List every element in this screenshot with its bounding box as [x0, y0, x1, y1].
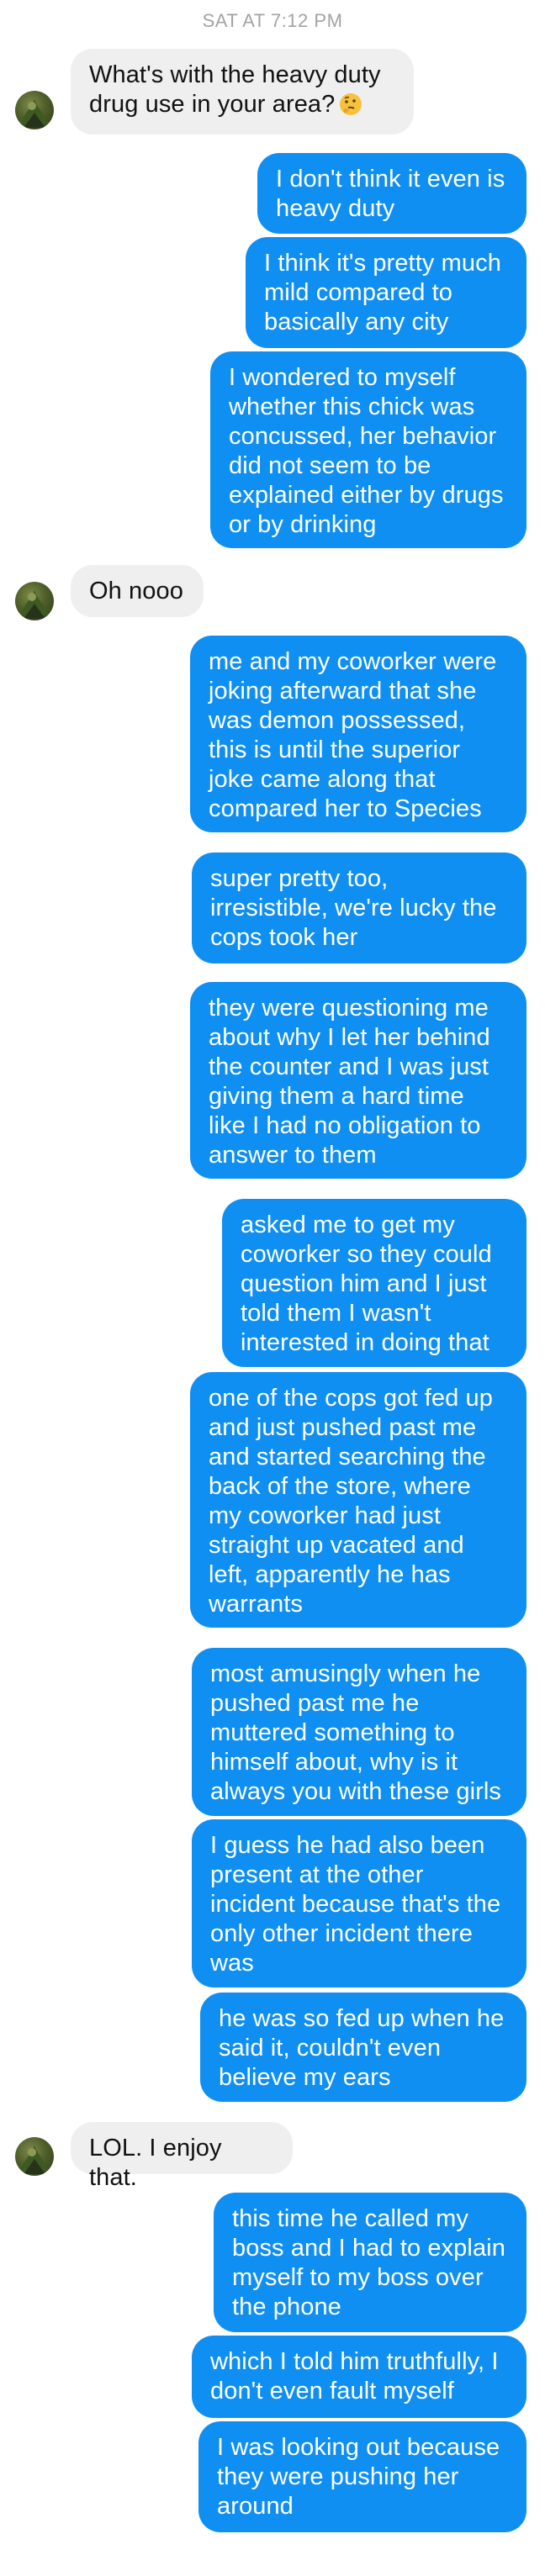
message-text: I don't think it even is heavy duty — [276, 166, 505, 222]
message-bubble-outgoing[interactable]: they were questioning me about why I let… — [190, 982, 526, 1179]
message-bubble-outgoing[interactable]: one of the cops got fed up and just push… — [190, 1372, 526, 1628]
message-text: LOL. I enjoy that. — [89, 2135, 222, 2191]
message-text: he was so fed up when he said it, couldn… — [219, 2005, 505, 2091]
message-bubble-outgoing[interactable]: I was looking out because they were push… — [198, 2421, 526, 2532]
message-text: What's with the heavy duty drug use in y… — [89, 61, 381, 118]
message-bubble-incoming[interactable]: LOL. I enjoy that. — [71, 2122, 293, 2191]
message-bubble-outgoing[interactable]: I think it's pretty much mild compared t… — [246, 237, 526, 348]
message-bubble-outgoing[interactable]: asked me to get my coworker so they coul… — [222, 1199, 526, 1367]
message-bubble-outgoing[interactable]: super pretty too, irresistible, we're lu… — [192, 853, 526, 963]
message-bubble-outgoing[interactable]: I don't think it even is heavy duty — [257, 153, 526, 234]
message-bubble-outgoing[interactable]: I wondered to myself whether this chick … — [210, 351, 526, 548]
message-text: me and my coworker were joking afterward… — [209, 648, 497, 822]
contact-avatar[interactable] — [15, 91, 54, 129]
message-bubble-outgoing[interactable]: this time he called my boss and I had to… — [214, 2193, 526, 2332]
message-text: I guess he had also been present at the … — [210, 1832, 501, 1977]
message-text: I wondered to myself whether this chick … — [229, 364, 504, 538]
message-text: I think it's pretty much mild compared t… — [264, 250, 501, 335]
message-bubble-outgoing[interactable]: which I told him truthfully, I don't eve… — [192, 2336, 526, 2418]
contact-avatar[interactable] — [15, 582, 54, 620]
message-bubble-outgoing[interactable]: most amusingly when he pushed past me he… — [192, 1648, 526, 1816]
message-text: most amusingly when he pushed past me he… — [210, 1660, 502, 1805]
thinking-face-icon — [340, 93, 362, 115]
message-bubble-incoming[interactable]: What's with the heavy duty drug use in y… — [71, 49, 414, 135]
contact-avatar[interactable] — [15, 2137, 54, 2176]
message-text: they were questioning me about why I let… — [209, 995, 490, 1169]
message-text: asked me to get my coworker so they coul… — [241, 1211, 492, 1356]
message-bubble-outgoing[interactable]: he was so fed up when he said it, couldn… — [200, 1993, 526, 2102]
message-bubble-incoming[interactable]: Oh nooo — [71, 565, 204, 617]
message-text: I was looking out because they were push… — [217, 2434, 500, 2520]
message-bubble-outgoing[interactable]: me and my coworker were joking afterward… — [190, 636, 526, 832]
message-text: one of the cops got fed up and just push… — [209, 1385, 493, 1618]
message-text: super pretty too, irresistible, we're lu… — [210, 865, 497, 951]
message-bubble-outgoing[interactable]: I guess he had also been present at the … — [192, 1819, 526, 1987]
message-text: which I told him truthfully, I don't eve… — [210, 2348, 499, 2404]
message-text: Oh nooo — [89, 578, 183, 604]
message-text: this time he called my boss and I had to… — [232, 2205, 505, 2320]
timestamp: SAT AT 7:12 PM — [202, 10, 343, 31]
